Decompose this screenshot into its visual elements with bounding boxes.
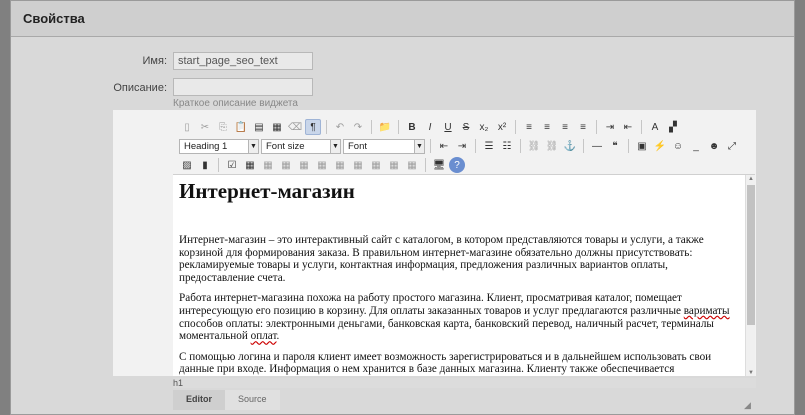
- blockquote-icon[interactable]: ❝: [607, 138, 623, 154]
- resize-grip-icon[interactable]: ◢: [744, 400, 751, 411]
- background-color-icon[interactable]: ▞: [665, 119, 681, 135]
- toolbar-row-2: Heading 1 ▼ Font size ▼ Font ▼ ⇤ ⇥ ☰ ☷ ⛓ ⛓ ⚓ ― ❝…: [179, 137, 745, 155]
- editor-scrollbar[interactable]: ▲ ▼: [745, 175, 755, 376]
- paste-icon[interactable]: 📋: [233, 119, 249, 135]
- table-insert-icon[interactable]: ▦: [386, 157, 402, 173]
- preview-icon[interactable]: 🖥: [431, 157, 447, 173]
- emoticons-icon[interactable]: ☺: [670, 138, 686, 154]
- special-char-icon[interactable]: _: [688, 138, 704, 154]
- tab-editor[interactable]: Editor: [173, 390, 225, 410]
- content-heading: Интернет-магазин: [179, 179, 355, 203]
- panel-header: Свойства: [11, 1, 794, 37]
- numbered-list-icon[interactable]: ☷: [499, 138, 515, 154]
- table-delete-icon[interactable]: ▦: [332, 157, 348, 173]
- outdent-icon[interactable]: ⇤: [436, 138, 452, 154]
- editor-content[interactable]: Интернет-магазин Интернет-магазин – это …: [173, 174, 755, 376]
- font-select-value: Font: [348, 140, 368, 152]
- superscript-icon[interactable]: x²: [494, 119, 510, 135]
- editor-mode-tabs: Editor Source: [173, 390, 280, 410]
- table-icon[interactable]: ▦: [242, 157, 258, 173]
- scroll-up-icon[interactable]: ▲: [746, 175, 755, 183]
- format-select[interactable]: Heading 1 ▼: [179, 138, 259, 154]
- paste-text-icon[interactable]: ▤: [251, 119, 267, 135]
- fullscreen-icon[interactable]: ⤢: [724, 138, 740, 154]
- align-left-icon[interactable]: ≡: [521, 119, 537, 135]
- underline-icon[interactable]: U: [440, 119, 456, 135]
- checkbox-icon[interactable]: ☑: [224, 157, 240, 173]
- table-merge-icon[interactable]: ▦: [296, 157, 312, 173]
- unlink-icon[interactable]: ⛓: [544, 138, 560, 154]
- horizontal-rule-icon[interactable]: ―: [589, 138, 605, 154]
- description-field[interactable]: [173, 78, 313, 96]
- anchor-icon[interactable]: ⚓: [562, 138, 578, 154]
- italic-icon[interactable]: I: [422, 119, 438, 135]
- copy-icon[interactable]: ⎘: [215, 119, 231, 135]
- editor-toolbar: ▯ ✂ ⎘ 📋 ▤ ▦ ⌫ ¶ ↶ ↷ 📁 B I U Sx₂ x² ≡ ≡ ≡ ≡ ⇥ ⇤ A ▞ Heading 1 ▼ …: [179, 118, 745, 176]
- table-row-icon[interactable]: ▦: [260, 157, 276, 173]
- html-editor: ▯ ✂ ⎘ 📋 ▤ ▦ ⌫ ¶ ↶ ↷ 📁 B I U Sx₂ x² ≡ ≡ ≡ ≡ ⇥ ⇤ A ▞ Heading 1 ▼ …: [113, 110, 756, 376]
- clean-up-icon[interactable]: ⌫: [287, 119, 303, 135]
- align-center-icon[interactable]: ≡: [539, 119, 555, 135]
- smiley-icon[interactable]: ☻: [706, 138, 722, 154]
- scroll-thumb[interactable]: [747, 185, 755, 325]
- new-document-icon[interactable]: ▯: [179, 119, 195, 135]
- description-label: Описание:: [113, 82, 167, 94]
- toolbar-row-3: ▨ ▮ ☑ ▦ ▦ ▦ ▦ ▦ ▦ ▦ ▦ ▦ ▦ 🖥?: [179, 156, 745, 174]
- ltr-icon[interactable]: ⇥: [602, 119, 618, 135]
- chevron-down-icon: ▼: [330, 139, 340, 153]
- description-hint: Краткое описание виджета: [173, 98, 298, 109]
- name-label: Имя:: [142, 55, 167, 67]
- align-right-icon[interactable]: ≡: [557, 119, 573, 135]
- table-props-icon[interactable]: ▦: [350, 157, 366, 173]
- chevron-down-icon: ▼: [248, 139, 258, 153]
- cut-icon[interactable]: ✂: [197, 119, 213, 135]
- indent-icon[interactable]: ⇥: [454, 138, 470, 154]
- help-icon[interactable]: ?: [449, 157, 465, 173]
- redo-icon[interactable]: ↷: [350, 119, 366, 135]
- link-icon[interactable]: ⛓: [526, 138, 542, 154]
- element-path: h1: [173, 378, 756, 388]
- text-color-icon[interactable]: A: [647, 119, 663, 135]
- toolbar-row-1: ▯ ✂ ⎘ 📋 ▤ ▦ ⌫ ¶ ↶ ↷ 📁 B I U Sx₂ x² ≡ ≡ ≡ ≡ ⇥ ⇤ A ▞: [179, 118, 745, 136]
- undo-icon[interactable]: ↶: [332, 119, 348, 135]
- content-paragraph-1: Интернет-магазин – это интерактивный сай…: [179, 234, 704, 284]
- chevron-down-icon: ▼: [414, 139, 424, 153]
- align-justify-icon[interactable]: ≡: [575, 119, 591, 135]
- panel-title: Свойства: [23, 11, 85, 26]
- table-cell-icon[interactable]: ▦: [368, 157, 384, 173]
- element-path-text: h1: [173, 378, 184, 388]
- media-icon[interactable]: ▨: [179, 157, 195, 173]
- table-col-icon[interactable]: ▦: [278, 157, 294, 173]
- insert-file-icon[interactable]: 📁: [377, 119, 393, 135]
- content-paragraph-3: С помощью логина и пароля клиент имеет в…: [179, 350, 712, 376]
- film-icon[interactable]: ▮: [197, 157, 213, 173]
- format-select-value: Heading 1: [184, 140, 228, 152]
- table-remove-icon[interactable]: ▦: [404, 157, 420, 173]
- table-split-icon[interactable]: ▦: [314, 157, 330, 173]
- font-size-select[interactable]: Font size ▼: [261, 138, 341, 154]
- flash-icon[interactable]: ⚡: [652, 138, 668, 154]
- show-blocks-icon[interactable]: ¶: [305, 119, 321, 135]
- image-icon[interactable]: ▣: [634, 138, 650, 154]
- font-size-select-value: Font size: [266, 140, 305, 152]
- scroll-down-icon[interactable]: ▼: [746, 369, 755, 376]
- rtl-icon[interactable]: ⇤: [620, 119, 636, 135]
- subscript-icon[interactable]: x₂: [476, 119, 492, 135]
- bullet-list-icon[interactable]: ☰: [481, 138, 497, 154]
- content-paragraph-2: Работа интернет-магазина похожа на работ…: [179, 292, 730, 343]
- font-select[interactable]: Font ▼: [343, 138, 425, 154]
- strikethrough-icon[interactable]: S: [458, 119, 474, 135]
- tab-source[interactable]: Source: [225, 390, 280, 410]
- name-field[interactable]: start_page_seo_text: [173, 52, 313, 70]
- paste-word-icon[interactable]: ▦: [269, 119, 285, 135]
- bold-icon[interactable]: B: [404, 119, 420, 135]
